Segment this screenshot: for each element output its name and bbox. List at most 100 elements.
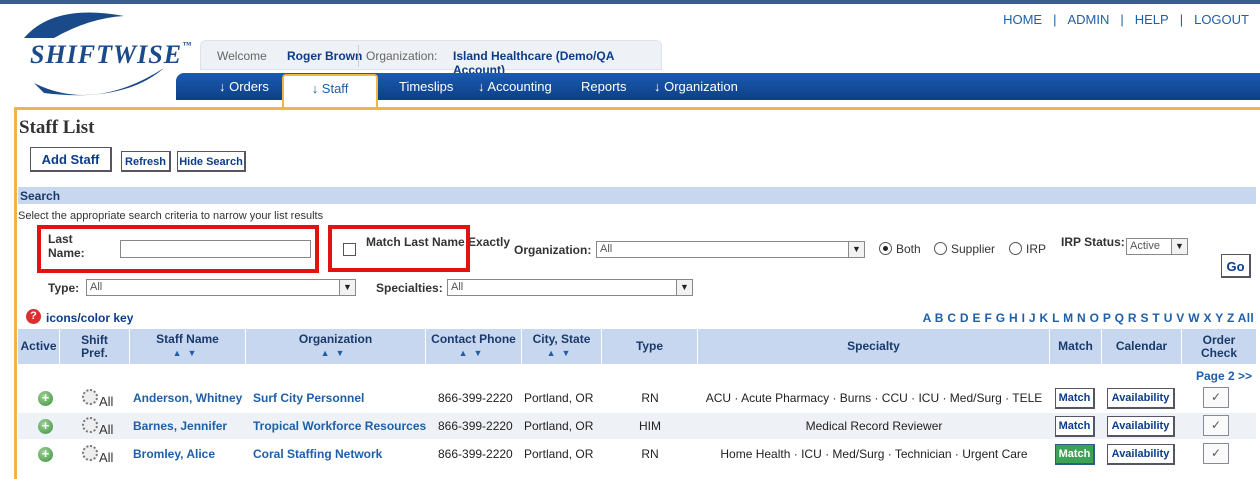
availability-button[interactable]: Availability <box>1107 444 1175 465</box>
availability-button[interactable]: Availability <box>1107 388 1175 409</box>
order-check-icon[interactable]: ✓ <box>1203 415 1229 436</box>
match-button[interactable]: Match <box>1055 444 1095 465</box>
radio-irp[interactable] <box>1009 242 1022 255</box>
type-label: Type: <box>48 281 80 295</box>
chevron-down-icon: ▼ <box>848 242 864 257</box>
city-state: Portland, OR <box>524 419 594 433</box>
shift-pref-clock-icon[interactable] <box>82 417 98 433</box>
shift-pref-clock-icon[interactable] <box>82 445 98 461</box>
specialty: Home Health · ICU · Med/Surg · Technicia… <box>720 447 1028 461</box>
shift-pref-clock-icon[interactable] <box>82 389 98 405</box>
sort-icon: ▲▼ <box>546 348 577 358</box>
radio-supplier-label: Supplier <box>951 242 996 256</box>
add-staff-button[interactable]: Add Staff <box>30 147 112 172</box>
col-type: Type <box>602 329 698 364</box>
alphabet-filter[interactable]: A B C D E F G H I J K L M N O P Q R S T … <box>923 311 1254 325</box>
chevron-down-icon: ▼ <box>676 280 692 295</box>
col-organization[interactable]: Organization ▲▼ <box>246 329 426 364</box>
welcome-bar: Welcome Roger Brown Organization: Island… <box>200 40 662 77</box>
order-check-icon[interactable]: ✓ <box>1203 443 1229 464</box>
col-specialty: Specialty <box>698 329 1050 364</box>
content-border <box>14 107 17 479</box>
page-2-link[interactable]: Page 2 >> <box>1196 369 1252 383</box>
color-key-link[interactable]: icons/color key <box>46 311 133 325</box>
type-select[interactable]: All ▼ <box>86 279 356 296</box>
admin-link[interactable]: ADMIN <box>1056 12 1120 27</box>
search-header: Search <box>18 187 1256 204</box>
staff-name-link[interactable]: Anderson, Whitney <box>133 385 242 411</box>
irp-status-label: IRP Status: <box>1061 235 1125 249</box>
chevron-down-icon: ▼ <box>339 280 355 295</box>
staff-name-link[interactable]: Barnes, Jennifer <box>133 413 227 439</box>
col-city-state[interactable]: City, State ▲▼ <box>522 329 602 364</box>
organization-select-value: All <box>600 243 613 255</box>
table-row: + All Anderson, Whitney Surf City Person… <box>18 385 1256 411</box>
welcome-label: Welcome <box>217 49 267 63</box>
page-title: Staff List <box>19 117 95 138</box>
contact-phone: 866-399-2220 <box>438 391 513 405</box>
radio-both[interactable] <box>879 242 892 255</box>
order-check-icon[interactable]: ✓ <box>1203 387 1229 408</box>
col-contact-phone[interactable]: Contact Phone ▲▼ <box>426 329 522 364</box>
table-row: + All Barnes, Jennifer Tropical Workforc… <box>18 413 1256 439</box>
table-header: Active Shift Pref. Staff Name ▲▼ Organiza… <box>18 329 1256 364</box>
city-state: Portland, OR <box>524 391 594 405</box>
staff-type: RN <box>641 391 659 405</box>
help-link[interactable]: HELP <box>1124 12 1180 27</box>
nav-timeslips[interactable]: Timeslips <box>399 79 453 94</box>
col-calendar: Calendar <box>1102 329 1182 364</box>
contact-phone: 866-399-2220 <box>438 447 513 461</box>
highlight-box-last-name <box>37 225 319 273</box>
specialties-select[interactable]: All ▼ <box>447 279 693 296</box>
nav-organization[interactable]: ↓ Organization <box>654 79 738 94</box>
contact-phone: 866-399-2220 <box>438 419 513 433</box>
specialties-select-value: All <box>451 281 464 293</box>
logout-link[interactable]: LOGOUT <box>1183 12 1260 27</box>
organization-select[interactable]: All ▼ <box>596 241 865 258</box>
type-select-value: All <box>90 281 103 293</box>
radio-both-label: Both <box>896 242 921 256</box>
organization-link[interactable]: Coral Staffing Network <box>253 441 382 467</box>
activate-plus-icon[interactable]: + <box>38 447 53 462</box>
shift-pref-value: All <box>99 422 114 437</box>
match-button[interactable]: Match <box>1055 388 1095 409</box>
specialty: Medical Record Reviewer <box>805 419 943 433</box>
match-button[interactable]: Match <box>1055 416 1095 437</box>
specialties-label: Specialties: <box>376 281 443 295</box>
sort-icon: ▲▼ <box>172 348 203 358</box>
organization-link[interactable]: Tropical Workforce Resources <box>253 413 426 439</box>
irp-status-value: Active <box>1130 240 1160 252</box>
staff-type: HIM <box>639 419 661 433</box>
organization-filter-label: Organization: <box>514 243 592 257</box>
activate-plus-icon[interactable]: + <box>38 391 53 406</box>
city-state: Portland, OR <box>524 447 594 461</box>
nav-underline <box>14 107 1260 110</box>
go-button[interactable]: Go <box>1221 254 1251 278</box>
chevron-down-icon: ▼ <box>1171 239 1187 254</box>
radio-supplier[interactable] <box>934 242 947 255</box>
help-icon[interactable]: ? <box>26 309 41 324</box>
radio-irp-label: IRP <box>1026 242 1047 256</box>
nav-orders[interactable]: ↓ Orders <box>219 79 269 94</box>
activate-plus-icon[interactable]: + <box>38 419 53 434</box>
nav-accounting[interactable]: ↓ Accounting <box>478 79 552 94</box>
hide-search-button[interactable]: Hide Search <box>177 151 246 172</box>
staff-name-link[interactable]: Bromley, Alice <box>133 441 215 467</box>
shift-pref-value: All <box>99 394 114 409</box>
col-order-check: Order Check <box>1200 332 1238 360</box>
organization-link[interactable]: Surf City Personnel <box>253 385 364 411</box>
col-match: Match <box>1050 329 1102 364</box>
nav-staff-tab[interactable]: ↓ Staff <box>282 74 378 107</box>
staff-type: RN <box>641 447 659 461</box>
search-help-text: Select the appropriate search criteria t… <box>18 210 324 222</box>
irp-status-select[interactable]: Active ▼ <box>1126 238 1188 255</box>
col-staff-name[interactable]: Staff Name ▲▼ <box>130 329 246 364</box>
shift-pref-value: All <box>99 450 114 465</box>
home-link[interactable]: HOME <box>992 12 1053 27</box>
col-shift-pref: Shift Pref. <box>60 329 130 364</box>
top-nav: HOME | ADMIN | HELP | LOGOUT <box>992 12 1260 27</box>
nav-reports[interactable]: Reports <box>581 79 627 94</box>
logo[interactable]: SHIFTWISE™ <box>30 40 192 70</box>
availability-button[interactable]: Availability <box>1107 416 1175 437</box>
refresh-button[interactable]: Refresh <box>121 151 171 172</box>
